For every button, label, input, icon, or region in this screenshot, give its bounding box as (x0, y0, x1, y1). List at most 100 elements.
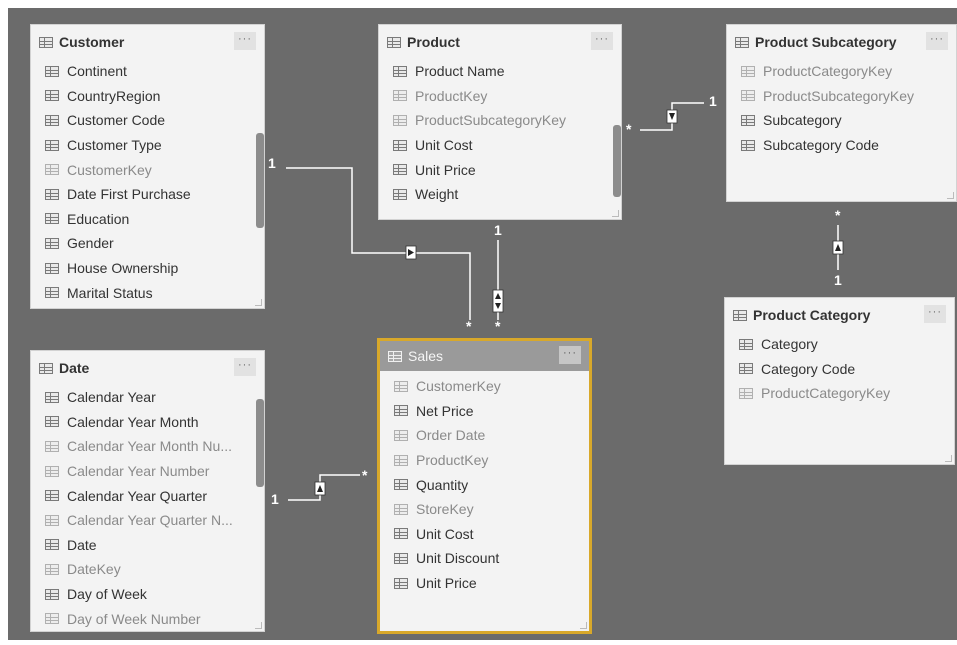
field-item[interactable]: Calendar Year Month (45, 410, 264, 435)
table-header[interactable]: Product Subcategory ··· (727, 25, 956, 59)
field-item[interactable]: ProductSubcategoryKey (393, 108, 621, 133)
field-item[interactable]: CountryRegion (45, 84, 264, 109)
field-item[interactable]: Unit Discount (394, 546, 589, 571)
column-icon (741, 114, 755, 126)
table-card-product-category[interactable]: Product Category ··· Category Category C… (724, 297, 955, 465)
field-item[interactable]: Quantity (394, 472, 589, 497)
table-header[interactable]: Customer ··· (31, 25, 264, 59)
field-item[interactable]: Calendar Year (45, 385, 264, 410)
field-item[interactable]: Date First Purchase (45, 182, 264, 207)
column-icon (393, 188, 407, 200)
column-icon (741, 65, 755, 77)
column-icon (45, 465, 59, 477)
field-item[interactable]: CustomerKey (45, 157, 264, 182)
field-item[interactable]: Unit Cost (393, 133, 621, 158)
more-options-button[interactable]: ··· (234, 358, 256, 376)
field-item[interactable]: ProductCategoryKey (741, 59, 956, 84)
table-icon (39, 362, 53, 374)
resize-handle[interactable] (580, 622, 587, 629)
table-card-date[interactable]: Date ··· Calendar Year Calendar Year Mon… (30, 350, 265, 632)
column-icon (394, 479, 408, 491)
field-item[interactable]: Day of Week Number (45, 606, 264, 631)
field-item[interactable]: ProductCategoryKey (739, 381, 954, 406)
column-icon (393, 139, 407, 151)
more-options-button[interactable]: ··· (924, 305, 946, 323)
field-item[interactable]: Subcategory (741, 108, 956, 133)
column-icon (394, 429, 408, 441)
column-icon (45, 213, 59, 225)
column-icon (45, 539, 59, 551)
field-item[interactable]: Marital Status (45, 280, 264, 305)
more-options-button[interactable]: ··· (234, 32, 256, 50)
field-item[interactable]: Category Code (739, 357, 954, 382)
resize-handle[interactable] (947, 192, 954, 199)
column-icon (45, 490, 59, 502)
field-item[interactable]: Order Date (394, 423, 589, 448)
field-item[interactable]: Category (739, 332, 954, 357)
field-item[interactable]: Net Price (394, 399, 589, 424)
scrollbar[interactable] (256, 133, 264, 228)
table-header[interactable]: Product Category ··· (725, 298, 954, 332)
field-item[interactable]: Customer Code (45, 108, 264, 133)
table-card-sales[interactable]: Sales ··· CustomerKey Net Price Order Da… (377, 338, 592, 634)
table-title: Product Subcategory (755, 34, 897, 50)
cardinality-many-sales-customer: * (466, 318, 472, 334)
column-icon (45, 514, 59, 526)
resize-handle[interactable] (945, 455, 952, 462)
column-icon (45, 563, 59, 575)
field-item[interactable]: Calendar Year Quarter (45, 483, 264, 508)
table-card-product[interactable]: Product ··· Product Name ProductKey Prod… (378, 24, 622, 220)
field-item[interactable]: ProductKey (394, 448, 589, 473)
resize-handle[interactable] (255, 622, 262, 629)
column-icon (45, 237, 59, 249)
column-icon (393, 90, 407, 102)
field-item[interactable]: Weight (393, 182, 621, 207)
more-options-button[interactable]: ··· (926, 32, 948, 50)
column-icon (45, 588, 59, 600)
field-item[interactable]: Calendar Year Quarter N... (45, 508, 264, 533)
resize-handle[interactable] (612, 210, 619, 217)
column-icon (394, 503, 408, 515)
field-item[interactable]: Unit Cost (394, 522, 589, 547)
field-item[interactable]: StoreKey (394, 497, 589, 522)
cardinality-one-category: 1 (834, 272, 842, 288)
column-icon (45, 188, 59, 200)
more-options-button[interactable]: ··· (591, 32, 613, 50)
column-icon (45, 262, 59, 274)
field-item[interactable]: Calendar Year Number (45, 459, 264, 484)
field-item[interactable]: Gender (45, 231, 264, 256)
table-card-customer[interactable]: Customer ··· Continent CountryRegion Cus… (30, 24, 265, 309)
field-item[interactable]: Date (45, 533, 264, 558)
field-item[interactable]: Unit Price (394, 571, 589, 596)
table-header[interactable]: Date ··· (31, 351, 264, 385)
field-item[interactable]: DateKey (45, 557, 264, 582)
table-header[interactable]: Product ··· (379, 25, 621, 59)
field-item[interactable]: Unit Price (393, 157, 621, 182)
field-item[interactable]: Education (45, 207, 264, 232)
column-icon (741, 90, 755, 102)
field-item[interactable]: CustomerKey (394, 374, 589, 399)
scrollbar[interactable] (256, 399, 264, 487)
table-header[interactable]: Sales ··· (380, 341, 589, 371)
field-item[interactable]: Day of Week (45, 582, 264, 607)
field-list: Calendar Year Calendar Year Month Calend… (31, 385, 264, 631)
more-options-button[interactable]: ··· (559, 346, 581, 364)
field-item[interactable]: ProductSubcategoryKey (741, 84, 956, 109)
scrollbar[interactable] (613, 125, 621, 197)
field-item[interactable]: Customer Type (45, 133, 264, 158)
column-icon (394, 552, 408, 564)
column-icon (45, 114, 59, 126)
field-item[interactable]: Continent (45, 59, 264, 84)
field-list: Product Name ProductKey ProductSubcatego… (379, 59, 621, 207)
field-item[interactable]: ProductKey (393, 84, 621, 109)
table-card-product-subcategory[interactable]: Product Subcategory ··· ProductCategoryK… (726, 24, 957, 202)
field-item[interactable]: Calendar Year Month Nu... (45, 434, 264, 459)
field-item[interactable]: Product Name (393, 59, 621, 84)
table-icon (387, 36, 401, 48)
resize-handle[interactable] (255, 299, 262, 306)
column-icon (393, 114, 407, 126)
column-icon (45, 391, 59, 403)
field-item[interactable]: House Ownership (45, 256, 264, 281)
field-item[interactable]: Subcategory Code (741, 133, 956, 158)
column-icon (45, 164, 59, 176)
